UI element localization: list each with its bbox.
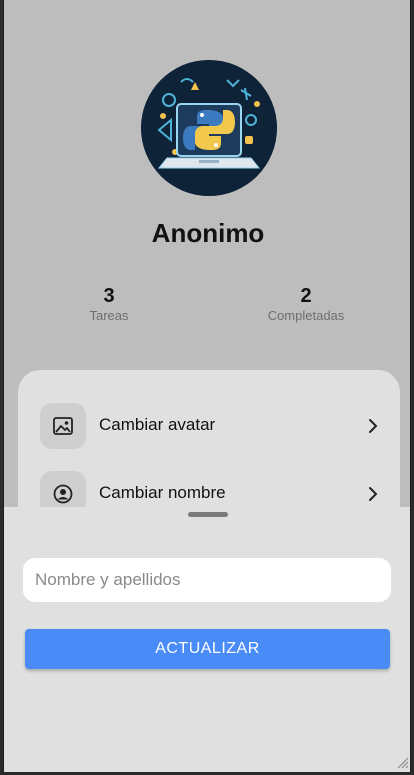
- chevron-right-icon: [369, 419, 378, 433]
- resize-grip-icon[interactable]: [395, 755, 409, 769]
- python-laptop-avatar-icon: [141, 60, 277, 196]
- stat-completed: 2 Completadas: [246, 284, 366, 323]
- app-frame: Anonimo 3 Tareas 2 Completadas Cambiar a…: [3, 0, 411, 772]
- stat-tasks: 3 Tareas: [49, 284, 169, 323]
- name-input[interactable]: [23, 558, 391, 602]
- stat-tasks-label: Tareas: [89, 308, 129, 323]
- menu-item-change-avatar[interactable]: Cambiar avatar: [40, 403, 380, 449]
- bottom-sheet: ACTUALIZAR: [4, 507, 410, 772]
- profile-avatar[interactable]: [141, 60, 277, 196]
- stat-completed-value: 2: [300, 285, 312, 307]
- username-heading: Anonimo: [151, 218, 265, 248]
- menu-item-label: Cambiar avatar: [99, 415, 216, 434]
- stat-completed-label: Completadas: [267, 308, 345, 323]
- image-icon: [40, 403, 86, 449]
- sheet-drag-handle[interactable]: [188, 512, 228, 517]
- chevron-right-icon: [369, 487, 378, 501]
- update-button[interactable]: ACTUALIZAR: [25, 629, 390, 669]
- menu-item-label: Cambiar nombre: [99, 483, 226, 502]
- stat-tasks-value: 3: [103, 285, 115, 307]
